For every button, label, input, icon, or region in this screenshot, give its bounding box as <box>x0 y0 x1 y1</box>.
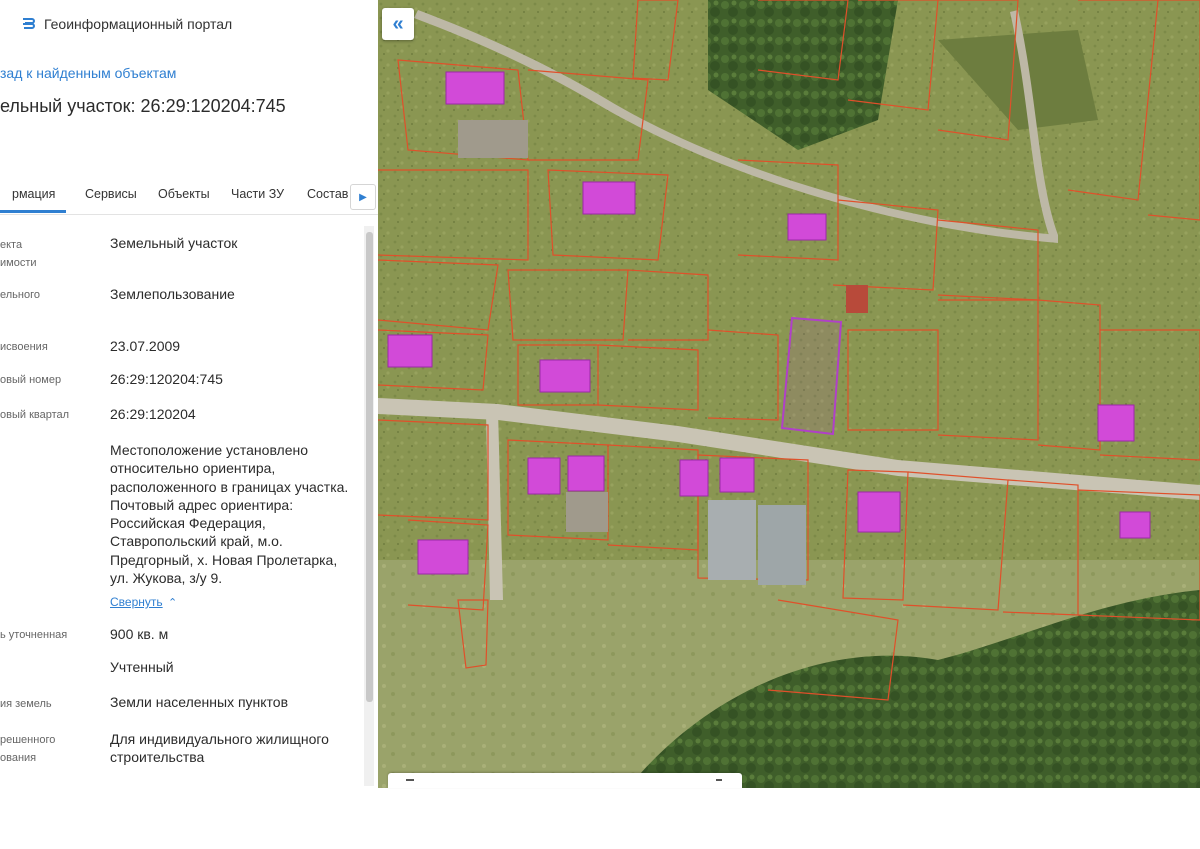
card-arrow <box>716 779 722 781</box>
panel-scrollbar-thumb[interactable] <box>366 232 373 702</box>
address-line: ул. Жукова, з/у 9. <box>110 570 223 587</box>
prop-label-right: ельного <box>0 289 40 301</box>
prop-value-object-type: Земельный участок <box>110 235 238 251</box>
satellite-map[interactable] <box>378 0 1200 788</box>
prop-value-cadnum: 26:29:120204:745 <box>110 371 223 387</box>
address-line: Местоположение установлено <box>110 442 309 458</box>
map-bottom-card[interactable] <box>388 773 742 788</box>
tab-parcel-parts[interactable]: Части ЗУ <box>231 187 284 201</box>
prop-label-object-type: екта <box>0 239 23 251</box>
prop-value-status: Учтенный <box>110 659 174 675</box>
address-line: Ставропольский край, м.о. <box>110 533 283 550</box>
prop-label-use: решенного <box>0 734 56 746</box>
tab-services[interactable]: Сервисы <box>85 187 137 201</box>
prop-value-use: Для индивидуального жилищного <box>110 731 329 747</box>
prop-label-cadnum: овый номер <box>0 374 62 386</box>
address-line: Предгорный, х. Новая Пролетарка, <box>110 551 338 568</box>
tab-composition[interactable]: Состав <box>307 187 348 201</box>
tabs-next-button[interactable]: ▶ <box>350 184 376 210</box>
portal-logo-icon <box>23 18 35 29</box>
prop-value-area: 900 кв. м <box>110 626 169 642</box>
prop-value-category: Земли населенных пунктов <box>110 694 289 710</box>
double-chevron-left-icon: « <box>392 12 404 35</box>
prop-label-date: исвоения <box>0 341 48 353</box>
prop-value-use-2: строительства <box>110 749 205 765</box>
prop-label-use-2: ования <box>0 752 37 764</box>
portal-title: Геоинформационный портал <box>44 16 233 32</box>
address-line: Российская Федерация, <box>110 515 266 532</box>
collapse-panel-button[interactable]: « <box>382 8 414 40</box>
prop-value-quarter: 26:29:120204 <box>110 406 196 422</box>
portal-header[interactable]: Геоинформационный портал <box>20 16 232 32</box>
address-line: относительно ориентира, <box>110 460 276 477</box>
active-tab-indicator <box>0 210 66 213</box>
prop-label-area: ь уточненная <box>0 629 68 641</box>
chevron-right-icon: ▶ <box>359 191 367 203</box>
map-canvas[interactable] <box>378 0 1200 788</box>
prop-label-category: ия земель <box>0 698 52 710</box>
prop-label-object-type-2: имости <box>0 257 37 269</box>
card-handle <box>406 779 414 781</box>
address-line: расположенного в границах участка. <box>110 478 349 495</box>
tab-objects[interactable]: Объекты <box>158 187 210 201</box>
back-to-results-link[interactable]: зад к найденным объектам <box>0 65 176 81</box>
prop-value-right: Землепользование <box>110 286 235 302</box>
object-title: ельный участок: 26:29:120204:745 <box>0 96 286 116</box>
info-panel: Геоинформационный портал зад к найденным… <box>0 0 378 788</box>
prop-value-date: 23.07.2009 <box>110 338 181 354</box>
selected-parcel[interactable] <box>780 316 843 436</box>
chevron-up-icon[interactable]: ⌃ <box>168 596 177 609</box>
tab-info[interactable]: рмация <box>12 187 55 201</box>
prop-label-quarter: овый квартал <box>0 409 70 421</box>
collapse-address-link[interactable]: Свернуть <box>110 595 163 609</box>
prop-value-address: Местоположение установлено относительно … <box>110 441 348 587</box>
address-line: Почтовый адрес ориентира: <box>110 496 294 513</box>
